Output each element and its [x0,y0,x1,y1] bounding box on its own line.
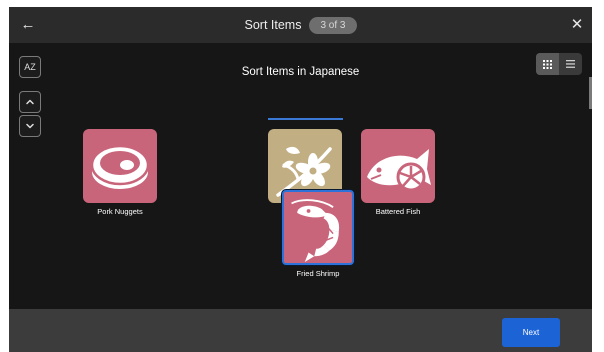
move-down-button[interactable] [19,115,41,137]
footer-bar: Next [9,309,592,352]
drop-indicator [268,118,343,120]
sort-items-dialog: Sort Items 3 of 3 ← ✕ AZ Sort Items in J… [9,7,592,352]
close-icon: ✕ [570,16,584,33]
chevron-down-icon [26,123,34,129]
title-group: Sort Items 3 of 3 [9,7,592,43]
item-label-pork-nuggets: Pork Nuggets [97,207,143,216]
next-button[interactable]: Next [502,318,560,347]
back-button[interactable]: ← [17,14,39,36]
meat-icon [90,144,150,189]
item-tile-battered-fish[interactable] [361,129,435,203]
sort-heading: Sort Items in Japanese [241,66,360,78]
arrow-left-icon: ← [20,16,36,33]
fish-icon [367,149,431,192]
chevron-up-icon [26,99,34,105]
item-tile-pork-nuggets[interactable] [83,129,157,203]
side-edge-handle [589,77,592,109]
item-label-battered-fish: Battered Fish [375,207,421,216]
shrimp-icon [291,199,340,262]
move-up-button[interactable] [19,91,41,113]
title-bar: Sort Items 3 of 3 ← ✕ [9,7,592,43]
step-badge: 3 of 3 [309,16,357,34]
item-tile-fried-shrimp[interactable] [282,190,354,265]
close-button[interactable]: ✕ [566,14,588,36]
item-label-fried-shrimp: Fried Shrimp [296,269,340,278]
page-title: Sort Items [244,18,302,32]
